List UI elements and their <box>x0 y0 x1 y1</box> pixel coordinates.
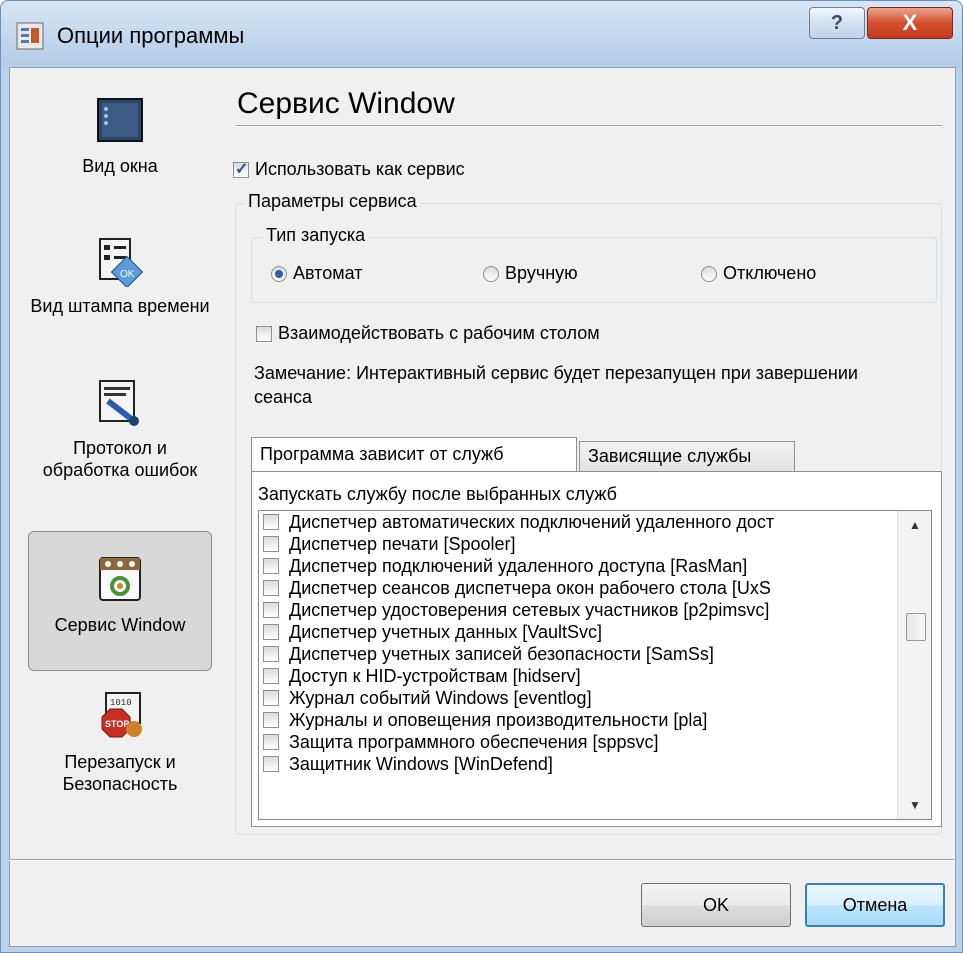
service-checkbox[interactable] <box>263 580 279 596</box>
service-checkbox[interactable] <box>263 624 279 640</box>
restart-security-icon: 1010 STOP <box>101 692 142 738</box>
service-checkbox[interactable] <box>263 668 279 684</box>
interact-desktop-row[interactable]: Взаимодействовать с рабочим столом <box>256 323 600 344</box>
list-item[interactable]: Диспетчер учетных данных [VaultSvc] <box>259 621 931 643</box>
window-title: Опции программы <box>57 23 245 48</box>
close-button[interactable]: X <box>867 7 953 39</box>
scroll-thumb[interactable] <box>906 613 926 641</box>
service-label: Диспетчер удостоверения сетевых участник… <box>289 599 770 620</box>
service-checkbox[interactable] <box>263 558 279 574</box>
panel-caption: Запускать службу после выбранных служб <box>258 484 617 504</box>
list-item[interactable]: Диспетчер подключений удаленного доступа… <box>259 555 931 577</box>
list-item[interactable]: Журналы и оповещения производительности … <box>259 709 931 731</box>
use-as-service-row[interactable]: Использовать как сервис <box>233 159 465 180</box>
service-label: Журналы и оповещения производительности … <box>289 709 708 730</box>
ok-button[interactable]: OK <box>641 883 791 927</box>
services-list-items: Диспетчер автоматических подключений уда… <box>259 511 931 775</box>
sidebar-item-label: Протокол и обработка ошибок <box>42 438 198 480</box>
section-title: Сервис Window <box>237 87 455 120</box>
service-checkbox[interactable] <box>263 712 279 728</box>
svg-text:STOP: STOP <box>105 719 129 729</box>
svg-text:1010: 1010 <box>110 698 132 708</box>
list-item[interactable]: Диспетчер сеансов диспетчера окон рабоче… <box>259 577 931 599</box>
section-divider <box>236 125 942 127</box>
radio-auto-label: Автомат <box>293 263 363 283</box>
use-as-service-label: Использовать как сервис <box>255 159 465 179</box>
service-label: Диспетчер автоматических подключений уда… <box>289 511 775 532</box>
error-log-icon <box>99 380 139 426</box>
service-label: Защита программного обеспечения [sppsvc] <box>289 731 659 752</box>
service-label: Журнал событий Windows [eventlog] <box>289 687 592 708</box>
service-label: Диспетчер сеансов диспетчера окон рабоче… <box>289 577 771 598</box>
tab-dependents-label: Зависящие службы <box>588 446 752 466</box>
sidebar-item-service[interactable]: Сервис Window <box>28 531 212 671</box>
service-checkbox[interactable] <box>263 536 279 552</box>
service-label: Защитник Windows [WinDefend] <box>289 753 553 774</box>
interact-desktop-label: Взаимодействовать с рабочим столом <box>278 323 600 343</box>
scroll-up-arrow[interactable]: ▲ <box>898 511 931 539</box>
services-list[interactable]: Диспетчер автоматических подключений уда… <box>258 510 932 820</box>
radio-auto[interactable]: Автомат <box>271 263 362 284</box>
sidebar-item-label: Вид окна <box>82 156 158 176</box>
app-icon <box>16 22 44 50</box>
title-bar[interactable]: Опции программы ? X <box>1 1 962 67</box>
startup-type-legend: Тип запуска <box>263 225 369 246</box>
radio-disabled-label: Отключено <box>723 263 817 283</box>
sidebar-item-label: Вид штампа времени <box>30 296 210 316</box>
tab-dependents[interactable]: Зависящие службы <box>579 441 795 471</box>
list-item[interactable]: Диспетчер удостоверения сетевых участник… <box>259 599 931 621</box>
service-checkbox[interactable] <box>263 690 279 706</box>
timestamp-icon: OK <box>99 238 144 287</box>
radio-disabled[interactable]: Отключено <box>701 263 816 284</box>
list-item[interactable]: Доступ к HID-устройствам [hidserv] <box>259 665 931 687</box>
sidebar-item-label: Перезапуск и Безопасность <box>62 752 178 794</box>
list-item[interactable]: Защита программного обеспечения [sppsvc] <box>259 731 931 753</box>
help-button[interactable]: ? <box>809 7 865 39</box>
sidebar-item-timestamp[interactable]: OK Вид штампа времени <box>28 235 212 355</box>
radio-auto-button[interactable] <box>271 265 287 282</box>
footer-divider <box>9 859 954 861</box>
service-checkbox[interactable] <box>263 646 279 662</box>
interact-desktop-checkbox[interactable] <box>256 325 272 342</box>
list-item[interactable]: Диспетчер печати [Spooler] <box>259 533 931 555</box>
service-label: Диспетчер учетных данных [VaultSvc] <box>289 621 602 642</box>
use-as-service-checkbox[interactable] <box>233 159 249 179</box>
interactive-note: Замечание: Интерактивный сервис будет пе… <box>254 363 858 407</box>
service-label: Доступ к HID-устройствам [hidserv] <box>289 665 581 686</box>
options-window: Опции программы ? X Вид окна OK Вид штам… <box>0 0 963 953</box>
svg-text:OK: OK <box>120 269 135 280</box>
sidebar-item-window-view[interactable]: Вид окна <box>28 95 212 195</box>
window-view-icon <box>97 98 143 142</box>
radio-disabled-button[interactable] <box>701 265 717 282</box>
service-checkbox[interactable] <box>263 602 279 618</box>
sidebar-item-label: Сервис Window <box>54 615 186 635</box>
service-label: Диспетчер учетных записей безопасности [… <box>289 643 714 664</box>
service-params-legend: Параметры сервиса <box>245 191 420 212</box>
tab-panel: Запускать службу после выбранных служб Д… <box>251 471 942 827</box>
scroll-down-arrow[interactable]: ▼ <box>898 791 931 819</box>
radio-manual[interactable]: Вручную <box>483 263 578 284</box>
list-item[interactable]: Диспетчер учетных записей безопасности [… <box>259 643 931 665</box>
list-item[interactable]: Защитник Windows [WinDefend] <box>259 753 931 775</box>
list-item[interactable]: Диспетчер автоматических подключений уда… <box>259 511 931 533</box>
service-icon <box>99 557 141 601</box>
cancel-button[interactable]: Отмена <box>805 883 945 927</box>
service-checkbox[interactable] <box>263 756 279 772</box>
tab-depends-on-label: Программа зависит от служб <box>260 444 504 464</box>
service-checkbox[interactable] <box>263 734 279 750</box>
service-checkbox[interactable] <box>263 514 279 530</box>
sidebar-item-restart-security[interactable]: 1010 STOP Перезапуск и Безопасность <box>28 691 212 821</box>
radio-manual-label: Вручную <box>505 263 578 283</box>
radio-manual-button[interactable] <box>483 265 499 282</box>
list-scrollbar[interactable]: ▲ ▼ <box>897 511 931 819</box>
tab-depends-on[interactable]: Программа зависит от служб <box>251 437 577 471</box>
service-label: Диспетчер печати [Spooler] <box>289 533 516 554</box>
service-label: Диспетчер подключений удаленного доступа… <box>289 555 748 576</box>
sidebar-item-error-log[interactable]: Протокол и обработка ошибок <box>28 377 212 517</box>
list-item[interactable]: Журнал событий Windows [eventlog] <box>259 687 931 709</box>
